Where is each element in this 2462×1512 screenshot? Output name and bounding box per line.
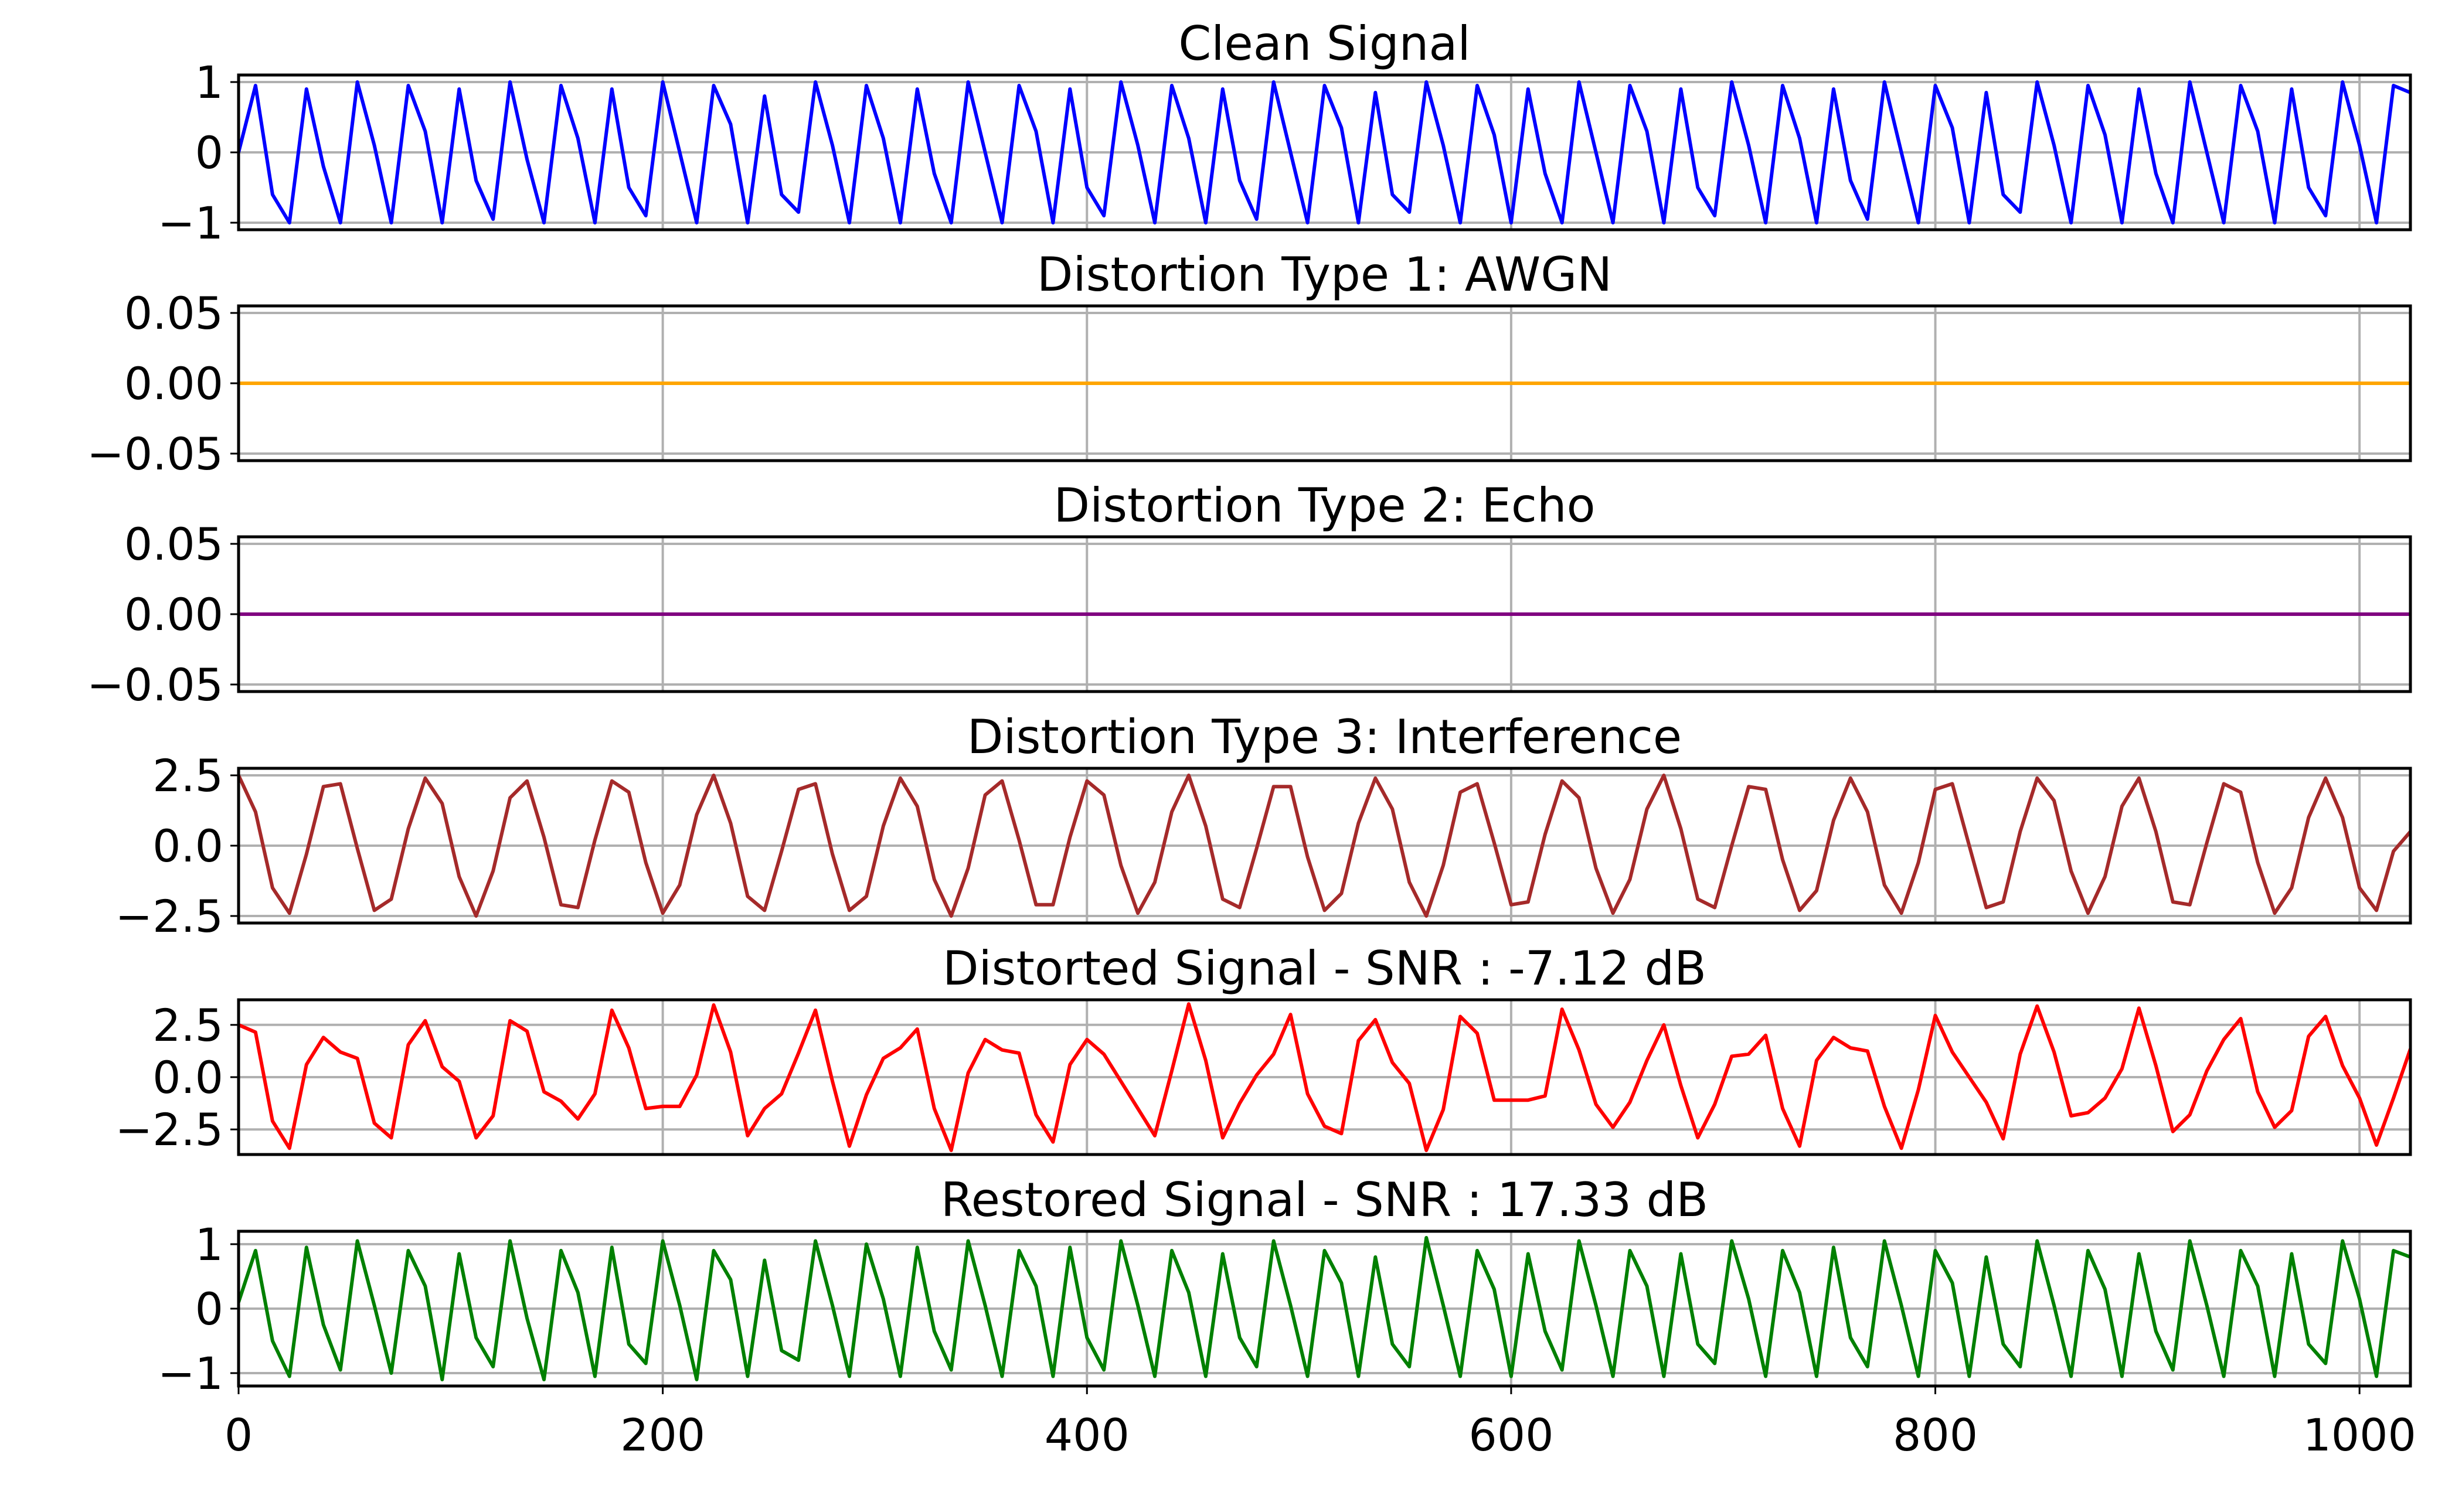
subplot-1: 1 0 −1 Clean Signal: [158, 16, 2412, 249]
x-tick-label: 0: [225, 1409, 253, 1461]
y-tick-label: 2.5: [152, 750, 223, 802]
subplot-title: Restored Signal - SNR : 17.33 dB: [941, 1173, 1708, 1227]
y-tick-label: −0.05: [87, 659, 223, 711]
subplot-title: Distorted Signal - SNR : -7.12 dB: [943, 941, 1706, 996]
y-tick-label: 0.0: [152, 820, 223, 872]
subplot-4: 2.5 0.0 −2.5 Distortion Type 3: Interferenc…: [115, 710, 2412, 942]
y-tick-label: 1: [195, 1218, 223, 1271]
x-tick-label: 200: [620, 1409, 705, 1461]
y-tick-label: −2.5: [115, 1104, 223, 1156]
y-tick-label: −1: [158, 1347, 223, 1399]
y-tick-label: 0: [195, 127, 223, 179]
y-tick-label: −1: [158, 197, 223, 249]
x-tick-label: 600: [1468, 1409, 1553, 1461]
figure: 10−1Clean Signal0.050.00−0.05Distortion …: [87, 16, 2416, 1461]
y-tick-label: −2.5: [115, 890, 223, 942]
subplot-title: Distortion Type 2: Echo: [1053, 478, 1595, 533]
y-tick-label: 2.5: [152, 999, 223, 1051]
subplot-6: 10−1Restored Signal - SNR : 17.33 dB0 200…: [158, 1173, 2416, 1461]
y-tick-label: 0.05: [124, 518, 223, 570]
x-tick-label: 400: [1045, 1409, 1130, 1461]
y-tick-label: 0.00: [124, 588, 223, 641]
subplot-2: 0.05 0.00 −0.05 Distortion Type 1: AWGN: [87, 247, 2412, 480]
y-tick-label: 1: [195, 56, 223, 108]
y-tick-label: 0.05: [124, 287, 223, 339]
y-tick-label: 0.0: [152, 1051, 223, 1104]
y-tick-label: −0.05: [87, 428, 223, 480]
x-tick-label: 800: [1893, 1409, 1978, 1461]
subplot-5: 2.50.0−2.5 Distorted Signal - SNR : -7.12…: [115, 941, 2412, 1156]
y-tick-label: 0: [195, 1283, 223, 1335]
y-tick-label: 0.00: [124, 357, 223, 410]
subplot-title: Distortion Type 1: AWGN: [1037, 247, 1612, 302]
x-tick-label: 1000: [2303, 1409, 2416, 1461]
subplot-title: Clean Signal: [1178, 16, 1470, 71]
subplot-3: 0.05 0.00 −0.05 Distortion Type 2: Echo: [87, 478, 2412, 711]
subplot-title: Distortion Type 3: Interference: [967, 710, 1682, 764]
